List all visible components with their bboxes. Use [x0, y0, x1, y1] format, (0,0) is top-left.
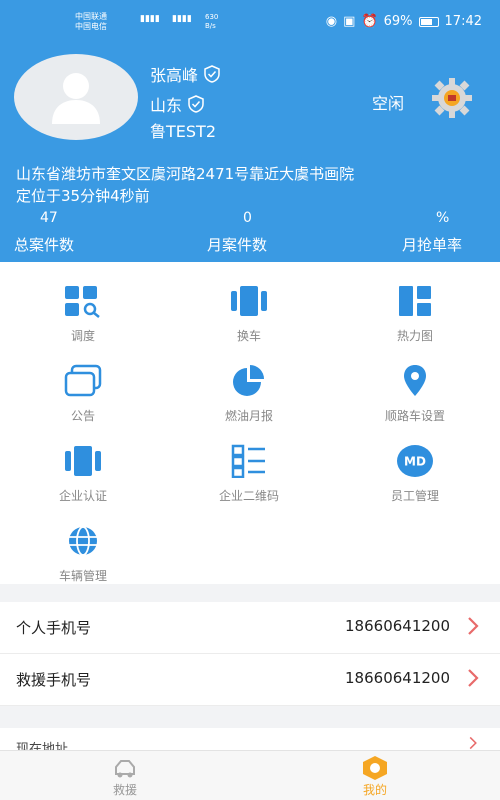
menu-route-setting[interactable]: 顺路车设置: [332, 350, 498, 430]
signal-icon: ▮▮▮▮: [140, 14, 160, 24]
chevron-right-icon: [468, 617, 479, 635]
clock: 17:42: [444, 14, 482, 29]
tab-label: 救援: [112, 783, 137, 797]
battery-icon: [418, 16, 439, 27]
chevron-right-icon: [469, 736, 477, 750]
status-bar: 中国联通 中国电信 ▮▮▮▮ ▮▮▮▮ 630 B/s ◉ ▣ ⏰ 69% 17…: [0, 6, 500, 40]
menu-vehicle-management[interactable]: 车辆管理: [0, 510, 166, 590]
row-rescue-phone[interactable]: 救援手机号 18660641200: [0, 654, 500, 706]
stat-value: 0: [243, 210, 252, 226]
divider: [0, 584, 500, 602]
location-pin-icon: [404, 365, 426, 396]
stat-label: 月抢单率: [402, 236, 463, 254]
menu-label: 企业二维码: [218, 489, 279, 503]
divider: [0, 706, 500, 728]
menu-label: 换车: [236, 329, 261, 343]
notice-icon: [64, 364, 102, 397]
menu-enterprise-qr[interactable]: 企业二维码: [166, 430, 332, 510]
alarm-icon: ⏰: [361, 14, 378, 29]
signal-icon-2: ▮▮▮▮: [172, 14, 192, 24]
menu-notice[interactable]: 公告: [0, 350, 166, 430]
heatmap-icon: [399, 286, 431, 316]
status-right: ◉ ▣ ⏰ 69% 17:42: [326, 14, 482, 29]
menu-label: 顺路车设置: [384, 409, 445, 423]
row-label: 救援手机号: [16, 671, 92, 689]
user-region: 山东: [150, 92, 206, 116]
menu-staff-management[interactable]: MD 员工管理: [332, 430, 498, 510]
menu-dispatch[interactable]: 调度: [0, 270, 166, 350]
nfc-icon: ▣: [343, 14, 356, 29]
menu-label: 车辆管理: [58, 569, 107, 583]
profile-header: 中国联通 中国电信 ▮▮▮▮ ▮▮▮▮ 630 B/s ◉ ▣ ⏰ 69% 17…: [0, 0, 500, 262]
chevron-right-icon: [468, 669, 479, 687]
stat-label: 月案件数: [207, 236, 268, 254]
carrier-info: 中国联通 中国电信: [75, 12, 107, 32]
certification-icon: [65, 446, 101, 476]
md-badge-text: MD: [404, 455, 426, 469]
stat-value: 47: [40, 210, 58, 226]
md-badge-icon: MD: [397, 445, 433, 477]
menu-fuel-report[interactable]: 燃油月报: [166, 350, 332, 430]
carrier-2: 中国电信: [75, 22, 107, 31]
tab-rescue[interactable]: 救援: [95, 755, 155, 799]
globe-icon: [69, 526, 97, 556]
menu-switch-car[interactable]: 换车: [166, 270, 332, 350]
carrier-1: 中国联通: [75, 12, 107, 21]
net-speed: 630 B/s: [205, 13, 219, 30]
user-name-text: 张高峰: [150, 66, 199, 85]
menu-heatmap[interactable]: 热力图: [332, 270, 498, 350]
menu-enterprise-cert[interactable]: 企业认证: [0, 430, 166, 510]
user-name: 张高峰: [150, 62, 222, 86]
app-screen: 中国联通 中国电信 ▮▮▮▮ ▮▮▮▮ 630 B/s ◉ ▣ ⏰ 69% 17…: [0, 0, 500, 800]
profile-hexagon-icon: [363, 756, 387, 780]
user-icon: [52, 73, 100, 124]
stat-label: 总案件数: [14, 236, 75, 254]
eye-icon: ◉: [325, 14, 338, 29]
work-status[interactable]: 空闲: [372, 90, 404, 114]
menu-label: 公告: [70, 409, 95, 423]
stats-bar: 47 总案件数 0 月案件数 % 月抢单率: [0, 210, 500, 260]
tab-mine[interactable]: 我的: [345, 755, 405, 799]
pie-chart-icon: [233, 365, 264, 396]
stat-value: %: [436, 210, 450, 226]
address-text: 山东省潍坊市奎文区虞河路2471号靠近大虞书画院: [16, 165, 355, 183]
location-info: 山东省潍坊市奎文区虞河路2471号靠近大虞书画院 定位于35分钟4秒前: [16, 163, 486, 207]
menu-label: 燃油月报: [224, 409, 273, 423]
region-text: 山东: [150, 96, 183, 115]
located-time: 定位于35分钟4秒前: [16, 187, 150, 205]
plate-number: 鲁TEST2: [150, 122, 216, 141]
function-grid: 调度 换车 热力图 公告 燃油月报 顺路车设置 企业认证 企业二维码 MD 员工…: [0, 262, 500, 584]
switch-car-icon: [231, 286, 267, 316]
gear-icon[interactable]: [430, 76, 474, 120]
menu-label: 企业认证: [58, 489, 107, 503]
dispatch-icon: [65, 286, 100, 318]
row-personal-phone[interactable]: 个人手机号 18660641200: [0, 602, 500, 654]
menu-label: 调度: [70, 329, 95, 343]
avatar[interactable]: [14, 54, 138, 140]
bottom-nav: 救援 我的: [0, 750, 500, 800]
qr-list-icon: [231, 444, 265, 478]
row-value: 18660641200: [345, 617, 450, 635]
verified-shield-icon: [204, 65, 220, 83]
verified-shield-icon: [188, 95, 204, 113]
truck-icon: [115, 760, 135, 778]
battery-percent: 69%: [383, 14, 413, 29]
menu-label: 员工管理: [390, 489, 439, 503]
row-value: 18660641200: [345, 669, 450, 687]
row-label: 个人手机号: [16, 619, 92, 637]
tab-label: 我的: [362, 783, 387, 797]
menu-label: 热力图: [396, 329, 433, 343]
